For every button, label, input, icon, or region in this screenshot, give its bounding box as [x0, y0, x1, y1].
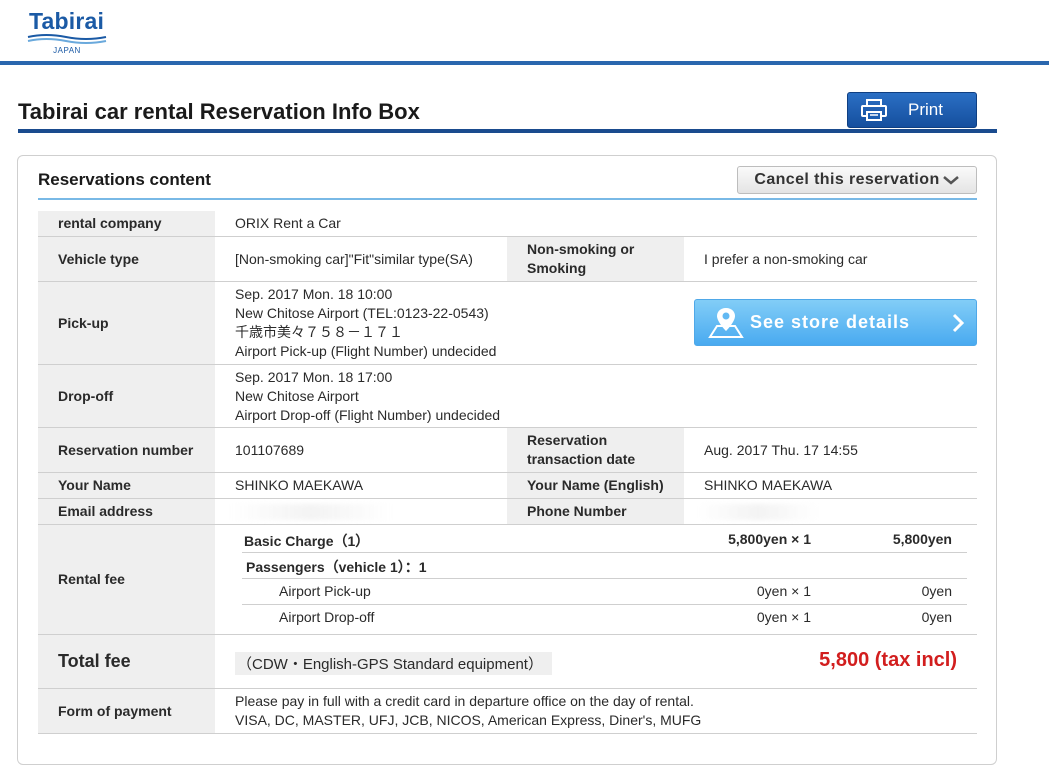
- redacted-email: [231, 504, 391, 520]
- fee-item: Airport Pick-up 0yen × 1 0yen: [242, 579, 967, 605]
- value-your-name: SHINKO MAEKAWA: [235, 477, 364, 493]
- value-your-name-english: SHINKO MAEKAWA: [704, 477, 833, 493]
- panel-divider: [38, 198, 977, 200]
- store-details-label: See store details: [750, 312, 911, 332]
- label-transaction-date: Reservation transaction date: [507, 428, 684, 472]
- row-vehicle-type: Vehicle type [Non-smoking car]"Fit"simil…: [38, 237, 977, 282]
- pickup-location: New Chitose Airport (TEL:0123-22-0543): [235, 305, 489, 321]
- label-rental-company: rental company: [38, 211, 215, 236]
- chevron-down-icon: [942, 176, 959, 185]
- fee-item-name: Passengers（vehicle 1）：1: [246, 559, 427, 575]
- fee-item-qty: 0yen × 1: [756, 583, 811, 599]
- title-divider: [18, 129, 997, 133]
- fee-item-total: 5,800yen: [892, 531, 952, 547]
- label-smoking: Non-smoking or Smoking: [507, 237, 684, 281]
- total-fee-amount: 5,800 (tax incl): [819, 649, 957, 671]
- fee-item-name: Basic Charge（1）: [244, 533, 370, 549]
- payment-cards: VISA, DC, MASTER, UFJ, JCB, NICOS, Ameri…: [235, 712, 702, 728]
- pickup-flight: Airport Pick-up (Flight Number) undecide…: [235, 343, 497, 359]
- row-dropoff: Drop-off Sep. 2017 Mon. 18 17:00 New Chi…: [38, 365, 977, 428]
- fee-item-name: Airport Pick-up: [279, 583, 371, 599]
- row-your-name: Your Name SHINKO MAEKAWA Your Name (Engl…: [38, 473, 977, 499]
- row-pickup: Pick-up Sep. 2017 Mon. 18 10:00 New Chit…: [38, 282, 977, 365]
- row-email: Email address Phone Number: [38, 499, 977, 525]
- label-vehicle-type: Vehicle type: [38, 237, 215, 281]
- pickup-datetime: Sep. 2017 Mon. 18 10:00: [235, 286, 393, 302]
- see-store-details-button[interactable]: See store details: [694, 299, 977, 346]
- value-rental-company: ORIX Rent a Car: [235, 215, 341, 231]
- label-phone: Phone Number: [507, 499, 684, 524]
- fee-item-qty: 0yen × 1: [756, 609, 811, 625]
- tabirai-logo[interactable]: Tabirai JAPAN: [26, 6, 108, 56]
- dropoff-datetime: Sep. 2017 Mon. 18 17:00: [235, 368, 393, 385]
- page-title: Tabirai car rental Reservation Info Box: [18, 99, 420, 124]
- fee-item: Airport Drop-off 0yen × 1 0yen: [242, 605, 967, 631]
- redacted-phone: [698, 504, 818, 520]
- dropoff-location: New Chitose Airport: [235, 387, 359, 404]
- label-email: Email address: [38, 499, 215, 524]
- label-reservation-number: Reservation number: [38, 428, 215, 472]
- fee-item: Passengers（vehicle 1）：1: [242, 553, 967, 579]
- value-vehicle-type: [Non-smoking car]"Fit"similar type(SA): [235, 250, 473, 267]
- reservation-panel: Reservations content Cancel this reserva…: [17, 155, 997, 765]
- label-pickup: Pick-up: [38, 282, 215, 364]
- label-rental-fee: Rental fee: [38, 525, 215, 634]
- logo-subtitle: JAPAN: [53, 46, 81, 55]
- row-payment: Form of payment Please pay in full with …: [38, 689, 977, 734]
- cancel-label: Cancel this reservation: [754, 171, 940, 188]
- label-your-name-english: Your Name (English): [507, 473, 684, 498]
- map-pin-icon: [708, 307, 744, 338]
- row-reservation-number: Reservation number 101107689 Reservation…: [38, 428, 977, 473]
- label-your-name: Your Name: [38, 473, 215, 498]
- fee-item-name: Airport Drop-off: [279, 609, 375, 625]
- fee-item: Basic Charge（1） 5,800yen × 1 5,800yen: [242, 527, 967, 553]
- dropoff-flight: Airport Drop-off (Flight Number) undecid…: [235, 406, 501, 423]
- value-smoking: I prefer a non-smoking car: [704, 250, 868, 267]
- fee-item-total: 0yen: [921, 583, 952, 599]
- cancel-reservation-button[interactable]: Cancel this reservation: [737, 166, 977, 194]
- fee-item-qty: 5,800yen × 1: [728, 531, 811, 547]
- row-rental-company: rental company ORIX Rent a Car: [38, 211, 977, 237]
- label-total-fee: Total fee: [38, 635, 215, 688]
- printer-icon: [861, 99, 887, 121]
- fee-item-total: 0yen: [921, 609, 952, 625]
- print-button[interactable]: Print: [847, 92, 977, 128]
- pickup-address: 千歳市美々７５８－１７１: [235, 324, 403, 340]
- wave-icon: [27, 34, 107, 44]
- site-header: Tabirai JAPAN: [0, 0, 1049, 65]
- label-payment: Form of payment: [38, 689, 215, 733]
- value-reservation-number: 101107689: [235, 441, 305, 458]
- value-pickup: Sep. 2017 Mon. 18 10:00 New Chitose Airp…: [235, 282, 496, 364]
- logo-wordmark: Tabirai: [29, 8, 105, 34]
- payment-instructions: Please pay in full with a credit card in…: [235, 693, 694, 709]
- value-dropoff: Sep. 2017 Mon. 18 17:00 New Chitose Airp…: [235, 365, 500, 427]
- total-fee-note: （CDW・English-GPS Standard equipment）: [235, 652, 552, 675]
- row-rental-fee: Rental fee Basic Charge（1） 5,800yen × 1 …: [38, 525, 977, 635]
- chevron-right-icon: [952, 313, 964, 333]
- value-payment: Please pay in full with a credit card in…: [235, 689, 701, 733]
- header-divider: [0, 61, 1049, 65]
- value-transaction-date: Aug. 2017 Thu. 17 14:55: [704, 441, 858, 458]
- row-total-fee: Total fee （CDW・English-GPS Standard equi…: [38, 635, 977, 689]
- print-label: Print: [908, 100, 943, 119]
- label-dropoff: Drop-off: [38, 365, 215, 427]
- panel-title: Reservations content: [38, 170, 211, 189]
